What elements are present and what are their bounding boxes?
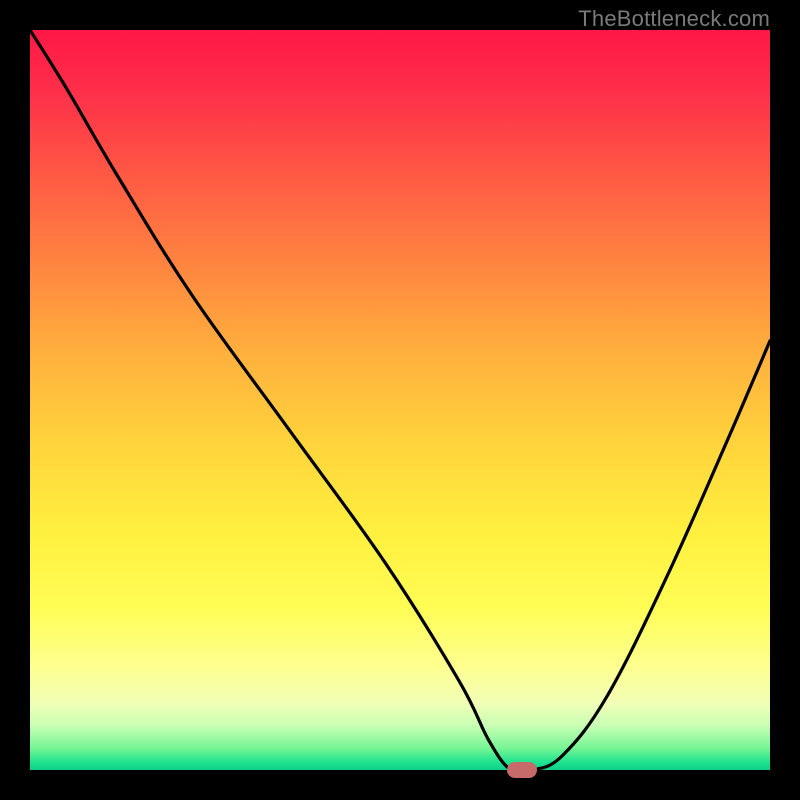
plot-area bbox=[30, 30, 770, 770]
watermark-text: TheBottleneck.com bbox=[578, 6, 770, 32]
optimal-marker bbox=[507, 762, 537, 778]
bottleneck-curve bbox=[30, 30, 770, 770]
bottleneck-chart: TheBottleneck.com bbox=[0, 0, 800, 800]
